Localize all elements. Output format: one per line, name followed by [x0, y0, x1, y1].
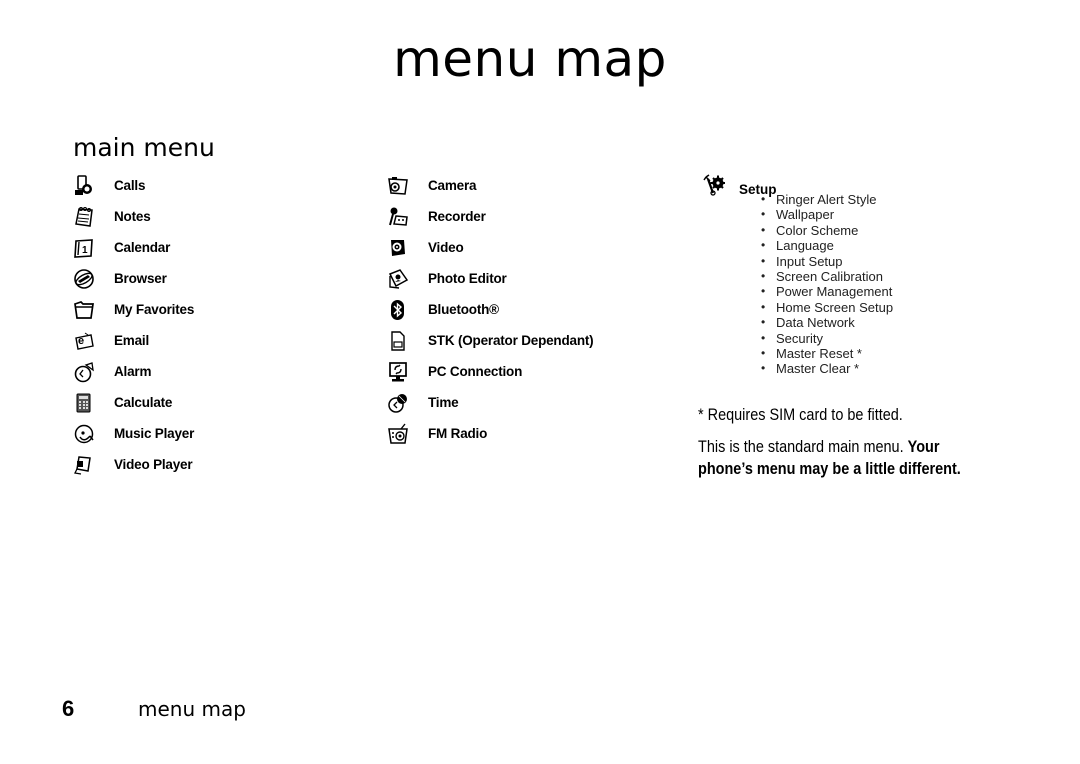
- calls-icon: [73, 174, 95, 197]
- menu-item-photo-editor: Photo Editor: [387, 263, 593, 294]
- menu-item-label: Music Player: [114, 426, 195, 441]
- menu-item-camera: Camera: [387, 170, 593, 201]
- bullet-icon: •: [761, 284, 766, 299]
- time-icon: [387, 392, 409, 414]
- bullet-icon: •: [761, 346, 766, 361]
- menu-item-label: Video: [428, 240, 464, 255]
- menu-item-calls: Calls: [73, 170, 194, 201]
- section-title: main menu: [73, 133, 215, 162]
- menu-item-label: Camera: [428, 178, 477, 193]
- setup-menu: Setup • Ringer Alert Style • Wallpaper • Co…: [703, 174, 893, 377]
- menu-item-notes: Notes: [73, 201, 194, 232]
- footer-section-label: menu map: [138, 697, 246, 721]
- menu-item-video: Video: [387, 232, 593, 263]
- setup-icon: [703, 174, 725, 196]
- menu-item-my-favorites: My Favorites: [73, 294, 194, 325]
- video-icon: [387, 237, 409, 259]
- menu-column-2: Camera Recorder Video Photo Editor Bluet…: [387, 170, 594, 449]
- svg-text:e: e: [78, 335, 84, 347]
- bullet-icon: •: [761, 361, 766, 376]
- page-number: 6: [62, 696, 75, 721]
- setup-subitem: • Wallpaper: [761, 207, 835, 223]
- menu-item-recorder: Recorder: [387, 201, 593, 232]
- menu-item-time: Time: [387, 387, 593, 418]
- standard-menu-note: This is the standard main menu. Your pho…: [698, 436, 961, 480]
- menu-item-label: Email: [114, 333, 150, 348]
- bullet-icon: •: [761, 253, 766, 268]
- menu-item-label: Recorder: [428, 209, 486, 224]
- menu-item-music-player: Music Player: [73, 418, 194, 449]
- menu-item-label: Calculate: [114, 395, 173, 410]
- bluetooth-icon: [387, 299, 409, 321]
- setup-submenu-list: • Ringer Alert Style • Wallpaper • Color Sc…: [761, 192, 893, 377]
- menu-item-video-player: Video Player: [73, 449, 194, 480]
- menu-item-calendar: 1 Calendar: [73, 232, 194, 263]
- menu-item-label: STK (Operator Dependant): [428, 333, 594, 348]
- page-title: menu map: [393, 30, 667, 88]
- bullet-icon: •: [761, 238, 766, 253]
- menu-item-pc-connection: PC Connection: [387, 356, 593, 387]
- menu-item-bluetooth: Bluetooth®: [387, 294, 593, 325]
- camera-icon: [387, 175, 409, 197]
- alarm-icon: [73, 361, 95, 383]
- setup-subitem: • Screen Calibration: [761, 269, 883, 285]
- bullet-icon: •: [761, 299, 766, 314]
- bold-text-line1: Your: [907, 437, 940, 456]
- bold-text-line2: phone’s menu may be a little different.: [698, 459, 961, 478]
- svg-text:1: 1: [82, 245, 88, 256]
- setup-subitem: • Master Clear *: [761, 361, 860, 377]
- menu-item-label: Browser: [114, 271, 167, 286]
- setup-subitem: • Home Screen Setup: [761, 299, 894, 315]
- bullet-icon: •: [761, 315, 766, 330]
- calculator-icon: [73, 392, 95, 414]
- menu-column-1: Calls Notes 1 Calendar Browser My Favori…: [73, 170, 194, 480]
- menu-item-stk: STK (Operator Dependant): [387, 325, 594, 356]
- menu-item-label: FM Radio: [428, 426, 488, 441]
- sim-footnote: * Requires SIM card to be fitted.: [698, 405, 903, 424]
- pc-connection-icon: [387, 361, 409, 383]
- notes-icon: [73, 206, 95, 228]
- setup-subitem: • Data Network: [761, 315, 855, 331]
- menu-item-browser: Browser: [73, 263, 194, 294]
- browser-icon: [73, 268, 95, 290]
- radio-icon: [387, 423, 409, 445]
- menu-item-label: Bluetooth®: [428, 302, 499, 317]
- menu-item-label: My Favorites: [114, 302, 195, 317]
- menu-item-label: Calendar: [114, 240, 171, 255]
- email-icon: e: [73, 330, 95, 352]
- bullet-icon: •: [761, 222, 766, 237]
- bullet-icon: •: [761, 330, 766, 345]
- menu-item-fm-radio: FM Radio: [387, 418, 593, 449]
- menu-item-calculate: Calculate: [73, 387, 194, 418]
- sim-card-icon: [387, 330, 409, 352]
- setup-subitem: • Language: [761, 238, 834, 254]
- menu-item-label: Video Player: [114, 457, 193, 472]
- menu-item-email: e Email: [73, 325, 194, 356]
- setup-subitem: • Input Setup: [761, 253, 843, 269]
- photo-editor-icon: [387, 268, 409, 290]
- menu-item-alarm: Alarm: [73, 356, 194, 387]
- menu-item-label: PC Connection: [428, 364, 523, 379]
- setup-subitem: • Color Scheme: [761, 222, 859, 238]
- setup-subitem: • Power Management: [761, 284, 893, 300]
- menu-item-label: Notes: [114, 209, 151, 224]
- video-player-icon: [73, 454, 95, 476]
- recorder-icon: [387, 206, 409, 228]
- setup-subitem: • Master Reset *: [761, 346, 862, 362]
- menu-item-label: Time: [428, 395, 459, 410]
- folder-icon: [73, 299, 95, 321]
- bullet-icon: •: [761, 269, 766, 284]
- setup-subitem: • Ringer Alert Style: [761, 192, 877, 207]
- standard-text: This is the standard main menu.: [698, 437, 904, 456]
- menu-item-label: Photo Editor: [428, 271, 507, 286]
- menu-item-label: Alarm: [114, 364, 152, 379]
- music-player-icon: [73, 423, 95, 445]
- calendar-icon: 1: [73, 237, 95, 259]
- menu-item-label: Calls: [114, 178, 146, 193]
- setup-subitem: • Security: [761, 330, 823, 346]
- bullet-icon: •: [761, 192, 766, 206]
- bullet-icon: •: [761, 207, 766, 222]
